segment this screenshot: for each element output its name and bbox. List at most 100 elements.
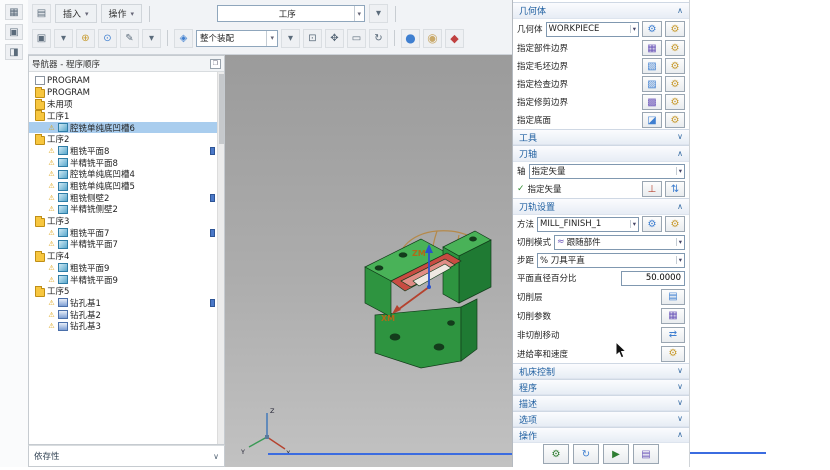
section-options-header[interactable]: 选项 [513,411,689,427]
snap-point-icon[interactable]: ◈ [174,29,193,48]
select-boundary-button[interactable] [642,58,662,74]
open-dialog-button[interactable] [661,308,685,324]
section-geometry-header[interactable]: 几何体 [513,2,689,19]
tree-row[interactable]: ⚠ 工序4 [29,250,224,262]
dependencies-pane-header[interactable]: 依存性 ∨ [28,445,225,467]
method-combo[interactable]: MILL_FINISH_1 ▾ [537,217,639,232]
new-method-button[interactable] [642,216,662,232]
edit-method-button[interactable] [665,216,685,232]
tree-scrollbar[interactable] [217,72,224,444]
pan-icon[interactable]: ✥ [325,29,344,48]
float-panel-icon[interactable]: ❒ [210,59,221,69]
section-program-header[interactable]: 程序 [513,379,689,395]
layout-icon[interactable]: ▣ [5,24,23,40]
create-operation-icon[interactable]: ▣ [32,29,51,48]
filter-dropdown-icon[interactable]: ▾ [281,29,300,48]
edit-geometry-button[interactable] [665,21,685,37]
create-geometry-icon[interactable]: ⊙ [98,29,117,48]
edit-boundary-button[interactable] [665,76,685,92]
tree-row[interactable]: ⚠ 粗铣平面7 [29,227,224,239]
status-icon: ⚠ [47,264,56,272]
select-all-icon[interactable]: ⊡ [303,29,322,48]
xm-axis-label: XM [381,314,395,323]
tree-row[interactable]: ⚠ 半精铣平面9 [29,274,224,286]
tree-row[interactable]: ⚠ 粗铣平面8 [29,145,224,157]
section-machine-control-header[interactable]: 机床控制 [513,363,689,379]
section-description-header[interactable]: 描述 [513,395,689,411]
separator [149,6,150,22]
toolpath-action-button[interactable] [543,444,569,464]
chevron-down-icon: ▾ [131,10,135,18]
select-boundary-button[interactable] [642,40,662,56]
open-dialog-button[interactable] [661,346,685,362]
select-boundary-button[interactable] [642,76,662,92]
edit-boundary-button[interactable] [665,58,685,74]
rotate-view-icon[interactable]: ↻ [369,29,388,48]
app-grid-icon[interactable]: ▦ [5,4,23,20]
cut-mode-combo[interactable]: 跟随部件 ▾ [554,235,685,250]
operation-menu[interactable]: 操作 ▾ [101,4,143,23]
edit-boundary-button[interactable] [665,112,685,128]
tree-row[interactable]: ⚠ 钻孔基1 [29,297,224,309]
flat-diameter-input[interactable] [621,271,685,286]
axis-combo[interactable]: 指定矢量 ▾ [529,164,685,179]
tree-row[interactable]: ⚠ 工序2 [29,133,224,145]
edit-boundary-button[interactable] [665,40,685,56]
tree-row[interactable]: ⚠ 未用项 [29,98,224,110]
panel-toggle-icon[interactable]: ◨ [5,44,23,60]
tree-row[interactable]: ⚠ 半精铣侧壁2 [29,204,224,216]
scrollbar-thumb[interactable] [219,74,224,144]
stepover-combo[interactable]: % 刀具平直 ▾ [537,253,685,268]
stepover-label: 步距 [517,254,534,266]
tree-row[interactable]: ⚠ PROGRAM [29,75,224,87]
reverse-direction-button[interactable] [665,181,685,197]
edit-object-icon[interactable]: ✎ [120,29,139,48]
create-tool-icon[interactable]: ⊕ [76,29,95,48]
tree-row[interactable]: ⚠ 工序5 [29,285,224,297]
tree-row[interactable]: ⚠ 钻孔基3 [29,320,224,332]
edit-boundary-button[interactable] [665,94,685,110]
tree-row[interactable]: ⚠ PROGRAM [29,87,224,99]
node-icon [35,253,45,262]
tree-row[interactable]: ⚠ 粗铣平面9 [29,262,224,274]
section-path-settings-header[interactable]: 刀轨设置 [513,198,689,215]
section-tool-axis-header[interactable]: 刀轴 [513,145,689,162]
section-actions-header[interactable]: 操作 [513,427,689,443]
navigator-title: 导航器 - 程序顺序 [32,58,100,70]
tree-row[interactable]: ⚠ 腔铣单纯底凹槽6 [29,122,224,134]
assembly-filter-combo[interactable]: 整个装配 ▾ [196,30,278,47]
dropdown-more-icon[interactable]: ▾ [369,4,388,23]
geometry-combo[interactable]: WORKPIECE ▾ [546,22,639,37]
select-boundary-button[interactable] [642,94,662,110]
graphics-window[interactable]: ZM XM Z X Y [225,55,512,467]
tree-row[interactable]: ⚠ 工序1 [29,110,224,122]
wireframe-view-icon[interactable]: ◉ [423,29,442,48]
tree-row[interactable]: ⚠ 钻孔基2 [29,309,224,321]
display-mode-icon[interactable]: ◆ [445,29,464,48]
tree-row[interactable]: ⚠ 粗铣侧壁2 [29,192,224,204]
tree-row[interactable]: ⚠ 腔铣单纯底凹槽4 [29,169,224,181]
process-combo[interactable]: 工序 ▾ [217,5,365,22]
tree-row[interactable]: ⚠ 工序3 [29,215,224,227]
tree-row[interactable]: ⚠ 粗铣单纯底凹槽5 [29,180,224,192]
chevron-down-icon[interactable]: ▾ [142,29,161,48]
toolpath-action-button[interactable] [633,444,659,464]
tree-row[interactable]: ⚠ 半精铣平面7 [29,239,224,251]
section-tool-header[interactable]: 工具 [513,129,689,145]
vector-dialog-button[interactable] [642,181,662,197]
open-dialog-button[interactable] [661,327,685,343]
select-boundary-button[interactable] [642,112,662,128]
insert-menu[interactable]: 插入 ▾ [55,4,97,23]
node-label: 粗铣平面7 [70,227,109,239]
shaded-view-icon[interactable]: ● [401,29,420,48]
fit-view-icon[interactable]: ▭ [347,29,366,48]
quick-access-icon[interactable]: ▤ [32,4,51,23]
dependencies-label: 依存性 [34,450,60,462]
toolpath-action-button[interactable] [573,444,599,464]
toolpath-action-button[interactable] [603,444,629,464]
open-dialog-button[interactable] [661,289,685,305]
new-geometry-button[interactable] [642,21,662,37]
process-combo-value: 工序 [221,8,353,20]
chevron-down-icon[interactable]: ▾ [54,29,73,48]
tree-row[interactable]: ⚠ 半精铣平面8 [29,157,224,169]
